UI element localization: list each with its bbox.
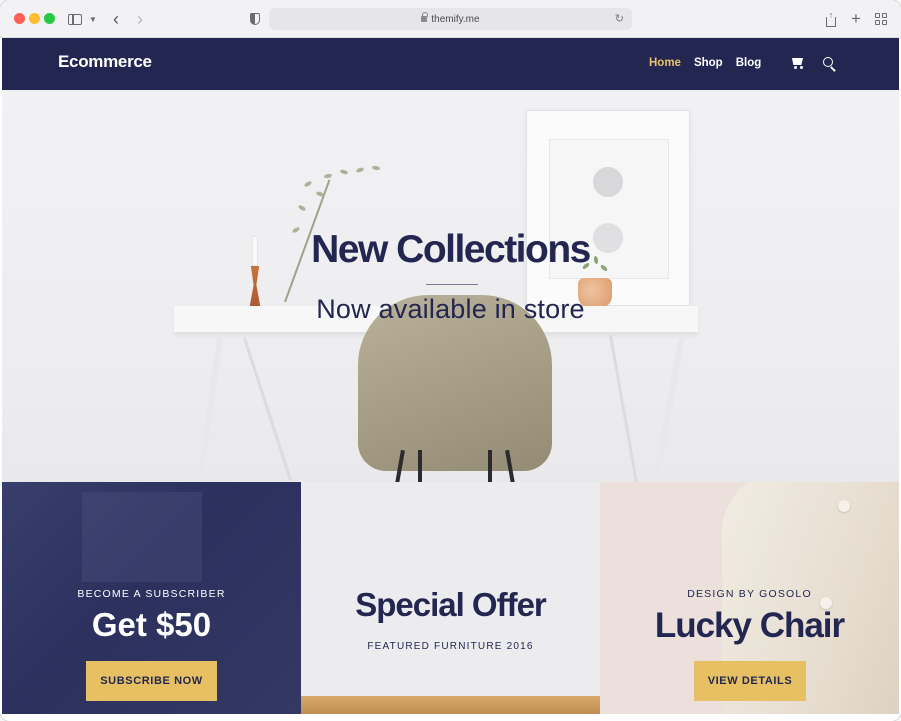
lock-icon: [421, 12, 429, 22]
browser-toolbar: ▼ ‹ › themify.me ↻ ↑ +: [0, 0, 901, 38]
reload-icon[interactable]: ↻: [615, 12, 624, 25]
nav-shop[interactable]: Shop: [694, 57, 723, 69]
chair-headline: Lucky Chair: [654, 606, 845, 645]
browser-window: ▼ ‹ › themify.me ↻ ↑ + Ecommerce Home Sh…: [0, 0, 901, 721]
subscriber-eyebrow: BECOME A SUBSCRIBER: [77, 588, 226, 600]
hero-divider: [426, 284, 478, 285]
sidebar-toggle-icon[interactable]: [66, 9, 84, 29]
back-icon[interactable]: ‹: [108, 9, 124, 29]
subscriber-headline: Get $50: [91, 606, 212, 643]
address-bar[interactable]: themify.me ↻: [269, 8, 632, 30]
chevron-down-icon[interactable]: ▼: [88, 9, 98, 29]
site-header: Ecommerce Home Shop Blog: [2, 38, 899, 90]
subscriber-promo: BECOME A SUBSCRIBER Get $50 SUBSCRIBE NO…: [2, 482, 301, 714]
view-details-button[interactable]: VIEW DETAILS: [694, 661, 806, 701]
url-text: themify.me: [431, 13, 480, 25]
wood-table-image: [301, 696, 600, 714]
subscribe-now-button[interactable]: SUBSCRIBE NOW: [86, 661, 217, 701]
new-tab-icon[interactable]: +: [849, 9, 863, 29]
offer-headline: Special Offer: [355, 586, 547, 623]
main-menu: Home Shop Blog: [649, 57, 761, 69]
hero-banner: New Collections Now available in store: [2, 90, 899, 482]
nav-home[interactable]: Home: [649, 57, 681, 69]
chair-eyebrow: DESIGN BY GOSOLO: [687, 588, 812, 600]
privacy-shield-icon[interactable]: [248, 9, 262, 29]
cart-icon[interactable]: [790, 57, 804, 69]
hero-subtitle: Now available in store: [316, 294, 585, 324]
site-logo[interactable]: Ecommerce: [58, 52, 152, 72]
minimize-window-button[interactable]: [29, 13, 40, 24]
hero-title: New Collections: [311, 228, 591, 271]
special-offer-promo[interactable]: Special Offer FEATURED FURNITURE 2016: [301, 482, 600, 714]
search-icon[interactable]: [823, 57, 837, 72]
tab-overview-icon[interactable]: [874, 9, 888, 29]
offer-caption: FEATURED FURNITURE 2016: [367, 641, 534, 652]
share-icon[interactable]: ↑: [824, 9, 838, 29]
nav-blog[interactable]: Blog: [736, 57, 762, 69]
zoom-window-button[interactable]: [44, 13, 55, 24]
lucky-chair-promo: DESIGN BY GOSOLO Lucky Chair VIEW DETAIL…: [600, 482, 899, 714]
forward-icon[interactable]: ›: [132, 9, 148, 29]
close-window-button[interactable]: [14, 13, 25, 24]
